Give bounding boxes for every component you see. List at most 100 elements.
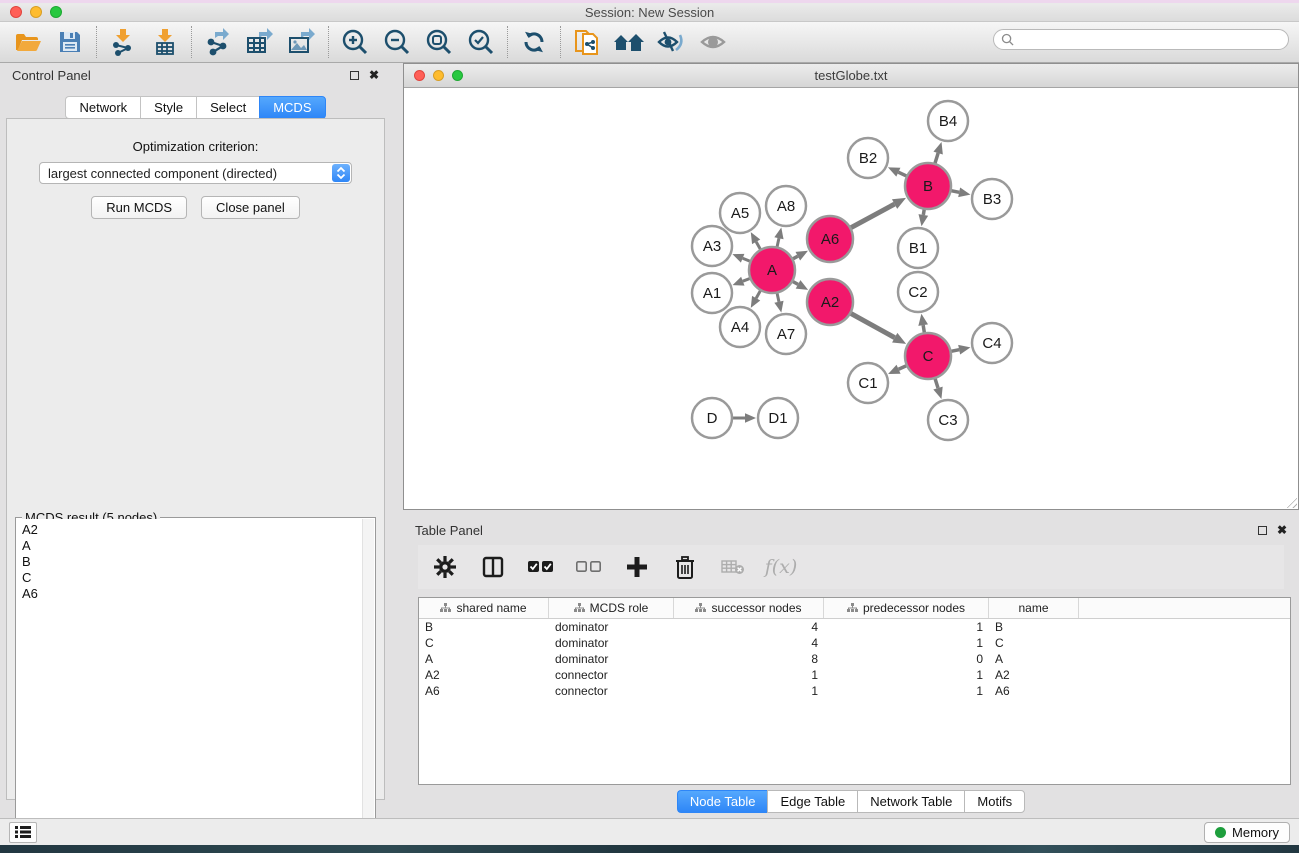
- graph-edge-B-B3[interactable]: [951, 191, 960, 193]
- graph-edge-C-C4[interactable]: [951, 350, 960, 352]
- import-table-icon[interactable]: [147, 25, 183, 59]
- node-table-header: shared name MCDS role successor nodes pr…: [419, 598, 1290, 619]
- first-neighbors-icon[interactable]: [611, 25, 647, 59]
- table-row[interactable]: Adominator80A: [419, 651, 1290, 667]
- graph-node-label-D1: D1: [768, 410, 787, 427]
- graph-edge-A6-B[interactable]: [850, 204, 894, 228]
- toolbar-separator: [560, 26, 561, 58]
- app-titlebar: Session: New Session: [0, 3, 1299, 22]
- zoom-out-icon[interactable]: [379, 25, 415, 59]
- optimization-criterion-label: Optimization criterion:: [7, 139, 384, 154]
- main-toolbar: [0, 22, 1299, 63]
- graph-edge-C-C3[interactable]: [935, 378, 938, 388]
- table-row[interactable]: A2connector11A2: [419, 667, 1290, 683]
- column-header-filler: [1079, 598, 1290, 618]
- run-mcds-button[interactable]: Run MCDS: [91, 196, 187, 219]
- graph-node-label-A1: A1: [703, 285, 721, 302]
- criterion-dropdown[interactable]: largest connected component (directed): [39, 162, 352, 184]
- result-item[interactable]: A6: [22, 586, 374, 602]
- zoom-in-icon[interactable]: [337, 25, 373, 59]
- column-header-predecessor-nodes[interactable]: predecessor nodes: [824, 598, 989, 618]
- table-row[interactable]: Bdominator41B: [419, 619, 1290, 635]
- memory-label: Memory: [1232, 825, 1279, 840]
- tab-node-table[interactable]: Node Table: [677, 790, 768, 813]
- graph-node-label-C1: C1: [858, 375, 877, 392]
- graph-node-label-C: C: [923, 348, 934, 365]
- graph-edge-A2-C[interactable]: [850, 313, 895, 338]
- graph-edge-B-B2[interactable]: [898, 172, 907, 176]
- clone-network-icon[interactable]: [569, 25, 605, 59]
- column-header-mcds-role[interactable]: MCDS role: [549, 598, 674, 618]
- hierarchy-icon: [440, 603, 451, 613]
- graph-edge-A-A3[interactable]: [743, 258, 751, 261]
- graph-edge-A-A5[interactable]: [756, 242, 761, 250]
- save-session-icon[interactable]: [52, 25, 88, 59]
- table-row[interactable]: A6connector11A6: [419, 683, 1290, 699]
- tab-edge-table[interactable]: Edge Table: [767, 790, 857, 813]
- tab-network[interactable]: Network: [65, 96, 140, 119]
- graph-edge-arrowhead: [933, 142, 942, 154]
- export-table-icon[interactable]: [242, 25, 278, 59]
- delete-column-trash-icon[interactable]: [672, 554, 698, 580]
- close-panel-button[interactable]: Close panel: [201, 196, 300, 219]
- float-table-panel-icon[interactable]: [1258, 526, 1267, 535]
- graph-edge-A-A8[interactable]: [777, 238, 779, 247]
- table-toolbar: f(x): [418, 545, 1284, 589]
- result-item[interactable]: A: [22, 538, 374, 554]
- search-field[interactable]: [993, 29, 1289, 50]
- create-column-icon[interactable]: [624, 554, 650, 580]
- select-all-columns-icon[interactable]: [528, 554, 554, 580]
- column-header-shared-name[interactable]: shared name: [419, 598, 549, 618]
- show-all-icon[interactable]: [695, 25, 731, 59]
- column-header-name[interactable]: name: [989, 598, 1079, 618]
- search-input[interactable]: [1018, 33, 1288, 47]
- toolbar-separator: [96, 26, 97, 58]
- float-panel-icon[interactable]: [350, 71, 359, 80]
- tab-network-table[interactable]: Network Table: [857, 790, 964, 813]
- zoom-selected-icon[interactable]: [463, 25, 499, 59]
- graph-node-label-B2: B2: [859, 150, 877, 167]
- column-header-successor-nodes[interactable]: successor nodes: [674, 598, 824, 618]
- node-table: shared name MCDS role successor nodes pr…: [418, 597, 1291, 785]
- graph-edge-arrowhead: [933, 387, 942, 399]
- result-item[interactable]: B: [22, 554, 374, 570]
- import-network-icon[interactable]: [105, 25, 141, 59]
- export-image-icon[interactable]: [284, 25, 320, 59]
- graph-edge-B-B4[interactable]: [935, 153, 938, 164]
- graph-node-label-D: D: [707, 410, 718, 427]
- table-panel-title: Table Panel: [415, 523, 483, 538]
- network-window-title: testGlobe.txt: [404, 68, 1298, 83]
- hide-selected-icon[interactable]: [653, 25, 689, 59]
- memory-button[interactable]: Memory: [1204, 822, 1290, 843]
- graph-edge-C-C1[interactable]: [899, 365, 907, 369]
- network-canvas[interactable]: B4B2BB3A8A5A6A3B1AA1C2A2A4A7C4CC1C3DD1: [405, 89, 1297, 508]
- close-panel-icon[interactable]: ✖: [369, 69, 379, 81]
- graph-node-label-A5: A5: [731, 205, 749, 222]
- tab-select[interactable]: Select: [196, 96, 259, 119]
- graph-edge-A-A7[interactable]: [777, 292, 779, 301]
- result-item[interactable]: A2: [22, 522, 374, 538]
- graph-edge-A-A4[interactable]: [756, 290, 761, 298]
- zoom-fit-icon[interactable]: [421, 25, 457, 59]
- close-table-panel-icon[interactable]: ✖: [1277, 524, 1287, 536]
- table-row[interactable]: Cdominator41C: [419, 635, 1290, 651]
- tab-motifs[interactable]: Motifs: [964, 790, 1025, 813]
- task-history-button[interactable]: [9, 822, 37, 843]
- show-columns-icon[interactable]: [480, 554, 506, 580]
- result-item[interactable]: C: [22, 570, 374, 586]
- tab-style[interactable]: Style: [140, 96, 196, 119]
- open-file-icon[interactable]: [10, 25, 46, 59]
- unselect-all-columns-icon[interactable]: [576, 554, 602, 580]
- refresh-icon[interactable]: [516, 25, 552, 59]
- control-panel-title: Control Panel: [12, 68, 91, 83]
- result-scrollbar[interactable]: [362, 519, 374, 852]
- graph-node-label-A2: A2: [821, 294, 839, 311]
- export-network-icon[interactable]: [200, 25, 236, 59]
- toolbar-separator: [328, 26, 329, 58]
- hierarchy-icon: [574, 603, 585, 613]
- mcds-result-list[interactable]: A2 A B C A6: [17, 519, 374, 852]
- status-bar: Memory: [0, 818, 1299, 845]
- tab-mcds[interactable]: MCDS: [259, 96, 325, 119]
- table-settings-gear-icon[interactable]: [432, 554, 458, 580]
- graph-edge-arrowhead: [774, 301, 783, 313]
